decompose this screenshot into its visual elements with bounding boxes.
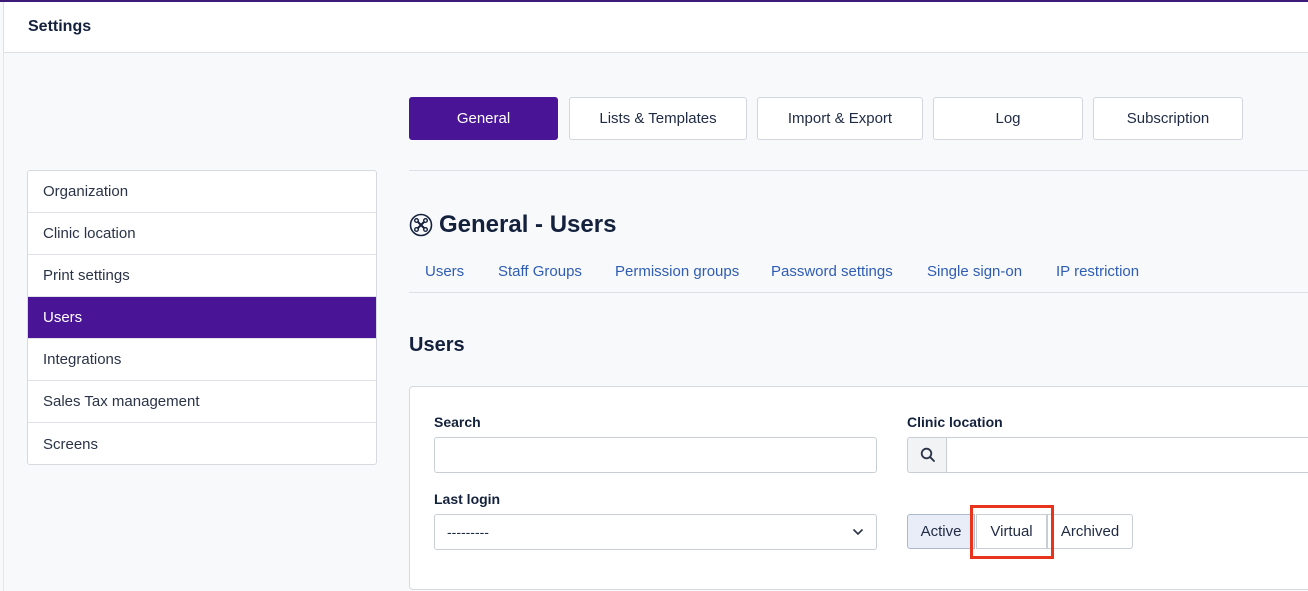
sidebar-item-print-settings[interactable]: Print settings bbox=[28, 255, 376, 297]
section-heading: General - Users bbox=[409, 210, 616, 240]
subnav-single-sign-on[interactable]: Single sign-on bbox=[927, 263, 1022, 280]
app-header: Settings bbox=[3, 2, 1308, 53]
clinic-location-input[interactable] bbox=[946, 437, 1308, 473]
tab-subscription[interactable]: Subscription bbox=[1093, 97, 1243, 140]
sidebar-item-users[interactable]: Users bbox=[28, 297, 376, 339]
tools-icon bbox=[409, 213, 433, 237]
users-title: Users bbox=[409, 334, 465, 356]
search-icon[interactable] bbox=[907, 437, 947, 473]
filter-panel bbox=[409, 386, 1308, 590]
tab-lists-templates[interactable]: Lists & Templates bbox=[569, 97, 747, 140]
sidebar-item-sales-tax[interactable]: Sales Tax management bbox=[28, 381, 376, 423]
subnav-ip-restriction[interactable]: IP restriction bbox=[1056, 263, 1139, 280]
page-title: Settings bbox=[28, 18, 92, 35]
search-input[interactable] bbox=[434, 437, 877, 473]
users-subnav: Users Staff Groups Permission groups Pas… bbox=[409, 258, 1308, 293]
subnav-permission-groups[interactable]: Permission groups bbox=[615, 263, 739, 280]
subnav-users[interactable]: Users bbox=[425, 263, 464, 280]
status-archived-button[interactable]: Archived bbox=[1047, 514, 1133, 549]
sidebar-item-screens[interactable]: Screens bbox=[28, 423, 376, 464]
last-login-select[interactable]: --------- bbox=[434, 514, 877, 550]
subnav-staff-groups[interactable]: Staff Groups bbox=[498, 263, 582, 280]
sidebar-item-clinic-location[interactable]: Clinic location bbox=[28, 213, 376, 255]
chevron-down-icon bbox=[852, 528, 864, 536]
highlight-annotation bbox=[970, 505, 1054, 559]
sidebar-item-organization[interactable]: Organization bbox=[28, 171, 376, 213]
subnav-password-settings[interactable]: Password settings bbox=[771, 263, 893, 280]
last-login-selected-value: --------- bbox=[447, 524, 489, 540]
section-title: General - Users bbox=[439, 211, 617, 238]
clinic-location-label: Clinic location bbox=[907, 414, 1003, 430]
tab-general[interactable]: General bbox=[409, 97, 558, 140]
sidebar-item-integrations[interactable]: Integrations bbox=[28, 339, 376, 381]
search-label: Search bbox=[434, 414, 481, 430]
last-login-label: Last login bbox=[434, 491, 501, 507]
divider bbox=[409, 170, 1308, 171]
tab-import-export[interactable]: Import & Export bbox=[757, 97, 923, 140]
tab-log[interactable]: Log bbox=[933, 97, 1083, 140]
divider bbox=[3, 53, 4, 591]
settings-sidebar: Organization Clinic location Print setti… bbox=[27, 170, 377, 465]
status-active-button[interactable]: Active bbox=[907, 514, 975, 549]
